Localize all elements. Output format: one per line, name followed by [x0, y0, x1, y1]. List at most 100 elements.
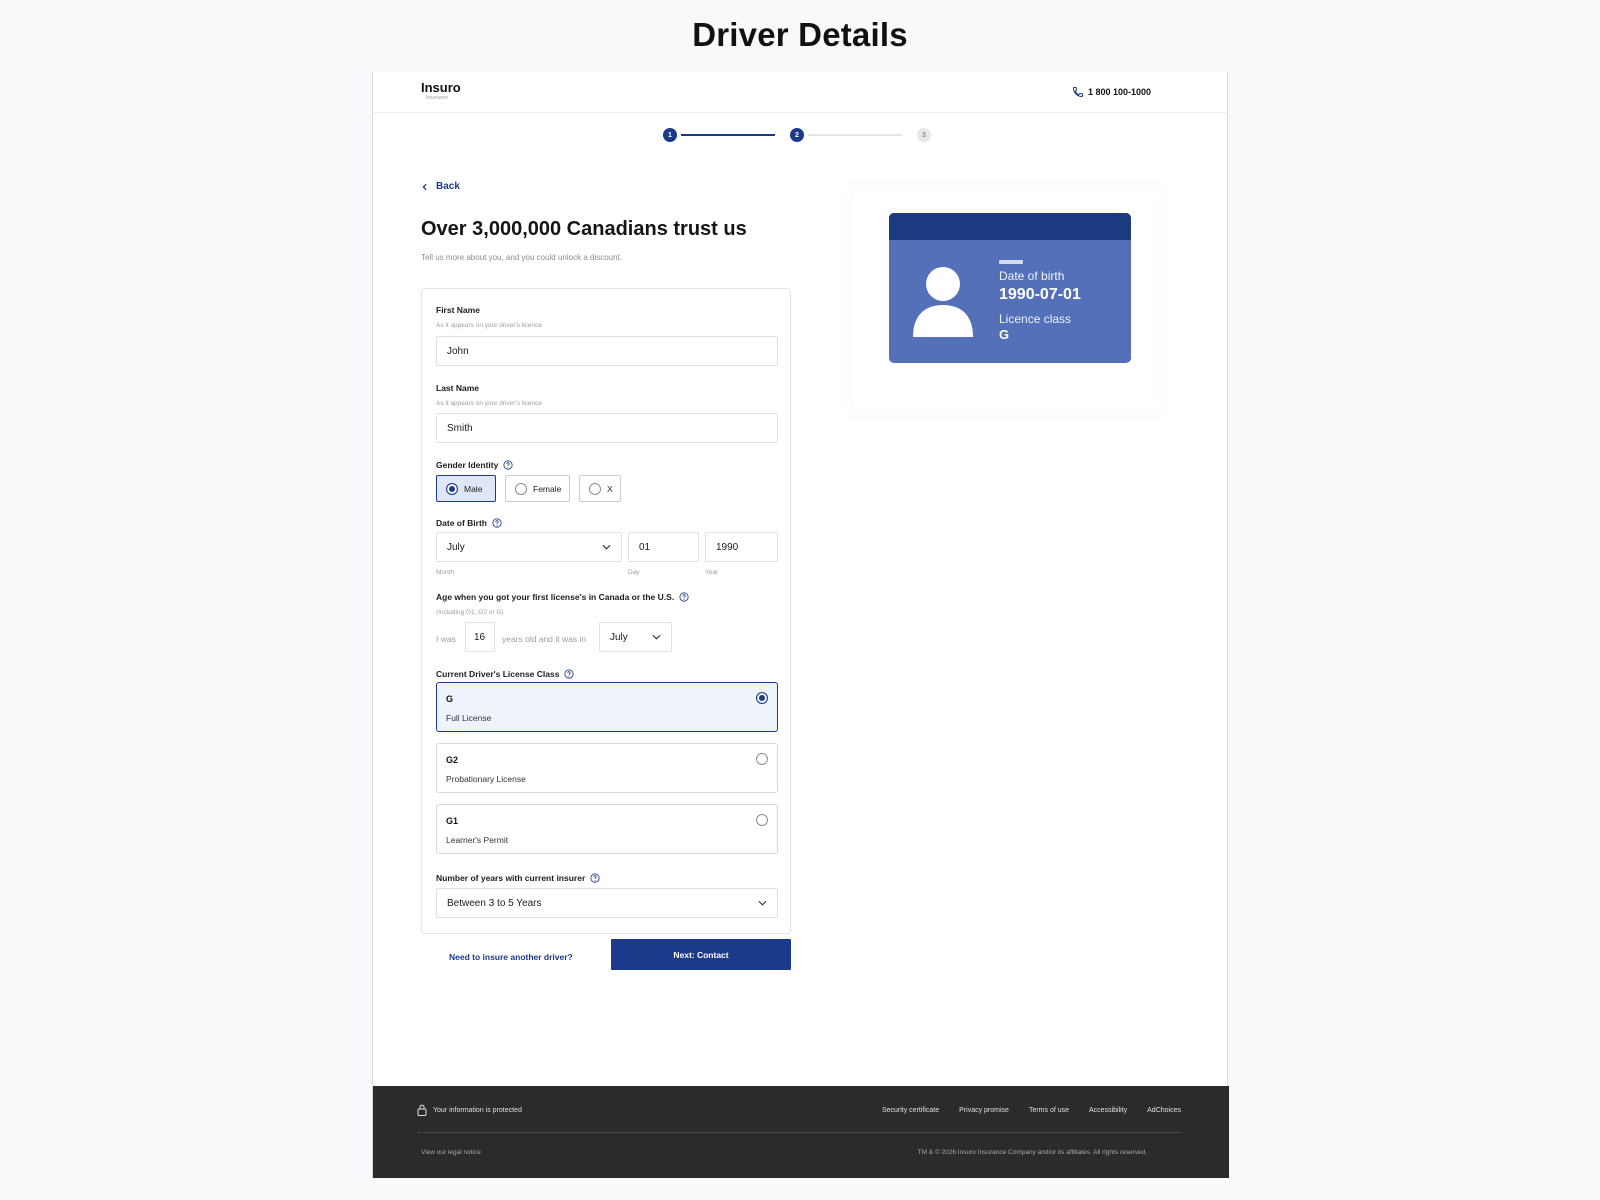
- dob-day-input[interactable]: 01: [628, 532, 699, 562]
- first-name-hint: As it appears on your driver's licence: [436, 322, 543, 329]
- subline: Tell us more about you, and you could un…: [421, 253, 623, 262]
- dob-month-caption: Month: [436, 569, 455, 576]
- app-frame: Insuro Insurance 1 800 100-1000 1 2 3 Ba…: [372, 72, 1229, 1178]
- chevron-left-icon: [422, 183, 427, 190]
- radio-unselected: [756, 814, 768, 826]
- licence-dob-value: 1990-07-01: [999, 286, 1081, 303]
- help-icon[interactable]: [679, 592, 689, 602]
- licence-class-g1[interactable]: G1 Learner's Permit: [436, 804, 778, 854]
- radio-selected: [756, 692, 768, 704]
- step-line-2: [808, 134, 902, 136]
- step-3: 3: [917, 128, 931, 142]
- dob-month-value: July: [447, 541, 465, 553]
- step-2[interactable]: 2: [790, 128, 804, 142]
- first-licence-label: Age when you got your first license's in…: [436, 592, 689, 602]
- gender-male-label: Male: [464, 483, 483, 494]
- chevron-down-icon: [652, 634, 661, 640]
- logo-name: Insuro: [421, 80, 461, 95]
- radio-unselected: [756, 753, 768, 765]
- licence-preview-panel: Date of birth 1990-07-01 Licence class G: [853, 186, 1159, 414]
- next-contact-button[interactable]: Next: Contact: [611, 939, 791, 970]
- footer-protected: Your information is protected: [417, 1104, 522, 1116]
- help-icon[interactable]: [492, 518, 502, 528]
- first-licence-month-value: July: [610, 631, 628, 643]
- dob-year-caption: Year: [705, 569, 719, 576]
- page-heading: Driver Details: [692, 16, 908, 53]
- footer-link-security[interactable]: Security certificate: [882, 1107, 939, 1114]
- help-icon[interactable]: [503, 460, 513, 470]
- first-name-input[interactable]: John: [436, 336, 778, 366]
- footer-copyright: TM & © 2026 Insuro Insurance Company and…: [917, 1149, 1147, 1156]
- back-link[interactable]: Back: [421, 181, 460, 192]
- lock-icon: [417, 1104, 427, 1116]
- first-licence-month-select[interactable]: July: [599, 622, 672, 652]
- logo-subtitle: Insurance: [426, 95, 448, 101]
- licence-class-code: G2: [446, 755, 459, 765]
- licence-class-desc: Full License: [446, 713, 492, 723]
- last-name-hint: As it appears on your driver's licence: [436, 400, 543, 407]
- phone-number: 1 800 100-1000: [1087, 87, 1151, 97]
- licence-class-code: G1: [446, 816, 459, 826]
- licence-class-desc: Probationary License: [446, 774, 526, 784]
- years-insurer-select[interactable]: Between 3 to 5 Years: [436, 888, 778, 918]
- footer-protected-text: Your information is protected: [433, 1106, 522, 1114]
- radio-selected: [446, 482, 458, 495]
- gender-option-male[interactable]: Male: [436, 475, 496, 502]
- insure-another-driver-link[interactable]: Need to insure another driver?: [449, 952, 573, 962]
- footer-link-terms[interactable]: Terms of use: [1029, 1107, 1069, 1114]
- phone-link[interactable]: 1 800 100-1000: [1072, 86, 1151, 98]
- user-avatar-icon: [913, 267, 973, 337]
- first-name-label: First Name: [436, 305, 480, 315]
- licence-class-g2[interactable]: G2 Probationary License: [436, 743, 778, 793]
- help-icon[interactable]: [590, 873, 600, 883]
- gender-option-female[interactable]: Female: [505, 475, 570, 502]
- last-name-label: Last Name: [436, 383, 479, 393]
- footer-link-adchoices[interactable]: AdChoices: [1147, 1107, 1181, 1114]
- years-insurer-value: Between 3 to 5 Years: [447, 897, 542, 909]
- help-icon[interactable]: [564, 669, 575, 679]
- step-line-1: [681, 134, 775, 136]
- footer-divider: [417, 1132, 1181, 1133]
- logo[interactable]: Insuro Insurance: [421, 80, 461, 102]
- licence-class-code: G: [446, 694, 454, 704]
- footer: Your information is protected Security c…: [373, 1086, 1229, 1178]
- licence-card-header: [889, 213, 1131, 240]
- footer-legal-link[interactable]: View our legal notice: [421, 1149, 481, 1156]
- phone-icon: [1072, 87, 1083, 98]
- back-label: Back: [436, 181, 460, 192]
- licence-bar: [999, 260, 1023, 264]
- radio-unselected: [589, 482, 601, 495]
- headline: Over 3,000,000 Canadians trust us: [421, 218, 747, 240]
- dob-year-input[interactable]: 1990: [705, 532, 778, 562]
- progress-stepper: 1 2 3: [663, 127, 935, 143]
- licence-class-label: Current Driver's License Class: [436, 669, 575, 679]
- footer-link-accessibility[interactable]: Accessibility: [1089, 1107, 1127, 1114]
- dob-day-caption: Day: [628, 569, 640, 576]
- chevron-down-icon: [602, 544, 611, 550]
- footer-link-privacy[interactable]: Privacy promise: [959, 1107, 1009, 1114]
- step-1[interactable]: 1: [663, 128, 677, 142]
- licence-class-desc: Learner's Permit: [446, 835, 509, 845]
- gender-option-x[interactable]: X: [579, 475, 621, 502]
- first-licence-middle-text: years old and it was in: [502, 634, 587, 644]
- years-insurer-label: Number of years with current insurer: [436, 873, 600, 883]
- driver-form: First Name As it appears on your driver'…: [421, 288, 791, 934]
- licence-class-g[interactable]: G Full License: [436, 682, 778, 732]
- app-header: Insuro Insurance 1 800 100-1000: [373, 72, 1227, 113]
- gender-label: Gender Identity: [436, 460, 513, 470]
- licence-card: Date of birth 1990-07-01 Licence class G: [889, 213, 1131, 363]
- first-licence-age-input[interactable]: 16: [465, 622, 495, 652]
- chevron-down-icon: [758, 900, 767, 906]
- first-licence-hint: (Including G1, G2 or G): [436, 609, 504, 616]
- gender-female-label: Female: [533, 483, 562, 494]
- gender-x-label: X: [607, 483, 613, 494]
- first-licence-prefix: I was: [436, 634, 456, 644]
- dob-label: Date of Birth: [436, 518, 502, 528]
- licence-dob-title: Date of birth: [999, 269, 1065, 283]
- last-name-input[interactable]: Smith: [436, 413, 778, 443]
- footer-links: Security certificate Privacy promise Ter…: [882, 1107, 1181, 1114]
- licence-class-value: G: [999, 327, 1010, 342]
- licence-class-title: Licence class: [999, 312, 1072, 326]
- radio-unselected: [515, 482, 527, 495]
- dob-month-select[interactable]: July: [436, 532, 622, 562]
